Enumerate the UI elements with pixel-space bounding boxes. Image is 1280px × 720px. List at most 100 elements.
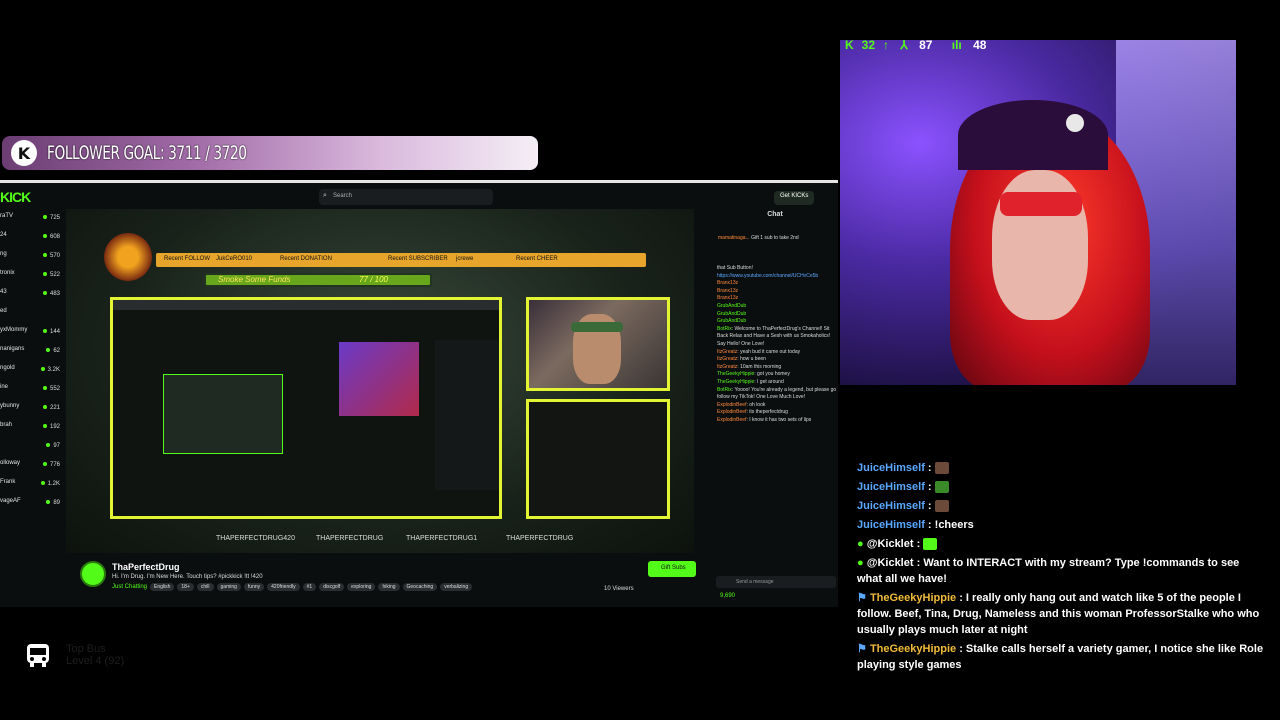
- sidebar-channel[interactable]: ngold 3.2K: [0, 365, 66, 384]
- follower-goal-bar: K FOLLOWER GOAL: 3711 / 3720: [2, 136, 538, 170]
- tag[interactable]: verbalizing: [440, 583, 473, 591]
- tag[interactable]: funny: [243, 583, 265, 591]
- top-bus-widget: Top Bus Level 4 (92): [24, 641, 144, 669]
- sidebar-channel[interactable]: tronix 522: [0, 270, 66, 289]
- tag[interactable]: discgolf: [319, 583, 345, 591]
- chat-message: BotRix: Welcome to ThaPerfectDrug's Chan…: [717, 325, 831, 347]
- social-handle: THAPERFECTDRUG: [506, 535, 574, 542]
- follower-goal-text: FOLLOWER GOAL: 3711 / 3720: [47, 142, 247, 164]
- chat-message: Branx13z: [717, 280, 739, 287]
- avatar[interactable]: [80, 561, 106, 587]
- tag[interactable]: 420friendly: [267, 583, 300, 591]
- stream-player[interactable]: Recent FOLLOW JukCeRO010 Recent DONATION…: [66, 209, 694, 553]
- bus-icon: [27, 644, 49, 667]
- channel-name[interactable]: ThaPerfectDrug: [112, 562, 180, 572]
- streamer-webcam: [526, 297, 670, 391]
- sidebar-channel[interactable]: raTV 725: [0, 213, 66, 232]
- overlay-chat-message: ⚑ TheGeekyHippie : Stalke calls herself …: [857, 643, 1264, 671]
- sidebar-channel[interactable]: olloway 776: [0, 460, 66, 479]
- tag[interactable]: chill: [196, 583, 214, 591]
- sidebar-channel[interactable]: ybunny 221: [0, 403, 66, 422]
- overlay-chat-message: ● @Kicklet :: [857, 536, 1267, 552]
- sidebar-channel[interactable]: ng 570: [0, 251, 66, 270]
- chat-message: ExplodinBeef: I know it has two sets of …: [717, 416, 812, 423]
- search-placeholder: Search: [333, 193, 353, 199]
- tag[interactable]: #1: [302, 583, 317, 591]
- social-handle: THAPERFECTDRUG1: [406, 535, 478, 542]
- sidebar-channel[interactable]: vageAF 89: [0, 498, 66, 517]
- get-kicks-button[interactable]: Get KICKs: [774, 191, 815, 205]
- search-icon: ⌕: [323, 192, 327, 199]
- chat-message: that Sub Button!: [717, 265, 753, 271]
- social-handle: THAPERFECTDRUG: [316, 535, 384, 542]
- sidebar-channel[interactable]: Frank 1.2K: [0, 479, 66, 498]
- viewer-count: 10 Viewers: [604, 586, 634, 592]
- chat-input[interactable]: Send a message: [716, 576, 836, 588]
- social-handle: THAPERFECTDRUG420: [216, 535, 295, 542]
- tag-list: English 18+ chill gaming funny 420friendly #1 d…: [150, 583, 475, 591]
- sidebar-channel[interactable]: ine 552: [0, 384, 66, 403]
- tag[interactable]: exploring: [347, 583, 376, 591]
- chat-message: Branx13z: [717, 287, 739, 294]
- chat-message: ItzGreatz: yeah bud it came out today: [717, 348, 801, 355]
- chat-message: Branx13z: [717, 295, 739, 302]
- top-bus-title: Top Bus: [66, 643, 106, 655]
- sidebar-channel[interactable]: 43 483: [0, 289, 66, 308]
- tag[interactable]: 18+: [177, 583, 194, 591]
- tag[interactable]: gaming: [216, 583, 241, 591]
- chat-messages: that Sub Button! https://www.youtube.com…: [717, 265, 837, 424]
- gift-subs-button[interactable]: Gift Subs: [648, 561, 696, 577]
- pinned-gift-message: mamatinaga... Gift 1 sub to take 2nd: [718, 235, 799, 241]
- stream-category[interactable]: Just Chatting: [112, 584, 147, 590]
- site-topbar: KICK ⌕ Search Get KICKs: [0, 183, 838, 209]
- recent-events-banner: Recent FOLLOW JukCeRO010 Recent DONATION…: [156, 253, 646, 267]
- chat-message: GrubAndDub: [717, 310, 747, 317]
- chat-message: TheGeekyHippie: I get around: [717, 378, 784, 385]
- sidebar-channel[interactable]: ed: [0, 308, 66, 327]
- following-sidebar: raTV 725 24 608 ng 570 tronix 522 43 483 ed y…: [0, 213, 66, 607]
- channel-info: ThaPerfectDrug Hi. I'm Drug. I'm New Her…: [80, 561, 700, 601]
- overlay-chat-message: ⚑ TheGeekyHippie : I really only hang ou…: [857, 592, 1260, 636]
- overlay-chat-message: JuiceHimself :: [857, 479, 1267, 495]
- stream-stats: K 32 ↑ ⅄ 87 ılı 48: [845, 38, 1002, 52]
- search-input[interactable]: ⌕ Search: [319, 189, 493, 205]
- chat-message: BotRix: Yoooo! You're already a legend, …: [717, 386, 837, 401]
- overlay-chat-message: JuiceHimself :: [857, 460, 1267, 476]
- tag[interactable]: hiking: [378, 583, 400, 591]
- sidebar-channel[interactable]: 97: [0, 441, 66, 460]
- chat-panel: Chat mamatinaga... Gift 1 sub to take 2n…: [712, 209, 838, 607]
- chat-message: ItzGreatz: how u been: [717, 356, 766, 363]
- sidebar-channel[interactable]: brah 192: [0, 422, 66, 441]
- chat-header: Chat: [767, 211, 783, 218]
- chat-message: GrubAndDub: [717, 302, 747, 309]
- overlay-chat-message: ● @Kicklet : Want to INTERACT with my st…: [857, 557, 1240, 585]
- kick-logo-icon: K: [11, 140, 37, 166]
- nested-screen-capture: [110, 297, 502, 519]
- chat-message: ExplodinBeef: its theperfectdrug: [717, 409, 788, 416]
- stream-title: Hi. I'm Drug. I'm New Here. Touch tips? …: [112, 574, 263, 580]
- tag[interactable]: English: [150, 583, 175, 591]
- followers-stat: ⅄ 87: [900, 38, 933, 52]
- site-logo[interactable]: KICK: [0, 189, 31, 205]
- sidebar-channel[interactable]: 24 608: [0, 232, 66, 251]
- overlay-chat: JuiceHimself : JuiceHimself : JuiceHimse…: [857, 460, 1267, 676]
- chat-message: https://www.youtube.com/channel/UCHvCe5b: [717, 272, 819, 279]
- channel-points[interactable]: 9,690: [720, 593, 735, 599]
- chat-message: TheGeekyHippie: got you homey: [717, 371, 790, 378]
- chat-message: GrubAndDub: [717, 318, 747, 325]
- subs-stat: ılı 48: [951, 38, 987, 52]
- sidebar-channel[interactable]: yxMommy 144: [0, 327, 66, 346]
- overlay-chat-message: JuiceHimself :: [857, 498, 1267, 514]
- lion-logo-icon: [104, 233, 152, 281]
- kick-viewers-stat: K 32 ↑: [845, 38, 890, 52]
- stream-chat-overlay: [526, 399, 670, 519]
- streamer-webcam-main: [840, 40, 1236, 385]
- donation-goal-bar: Smoke Some Funds 77 / 100: [204, 273, 432, 287]
- chat-message: ItzGreatz: 10am this morning: [717, 363, 782, 370]
- sidebar-channel[interactable]: nanigans 62: [0, 346, 66, 365]
- chat-message: ExplodinBeef: oh look: [717, 401, 766, 408]
- tag[interactable]: Geocaching: [402, 583, 438, 591]
- overlay-chat-message: JuiceHimself : !cheers: [857, 519, 974, 531]
- top-bus-level: Level 4 (92): [66, 655, 125, 667]
- social-links: THAPERFECTDRUG420 THAPERFECTDRUG THAPERF…: [216, 535, 676, 545]
